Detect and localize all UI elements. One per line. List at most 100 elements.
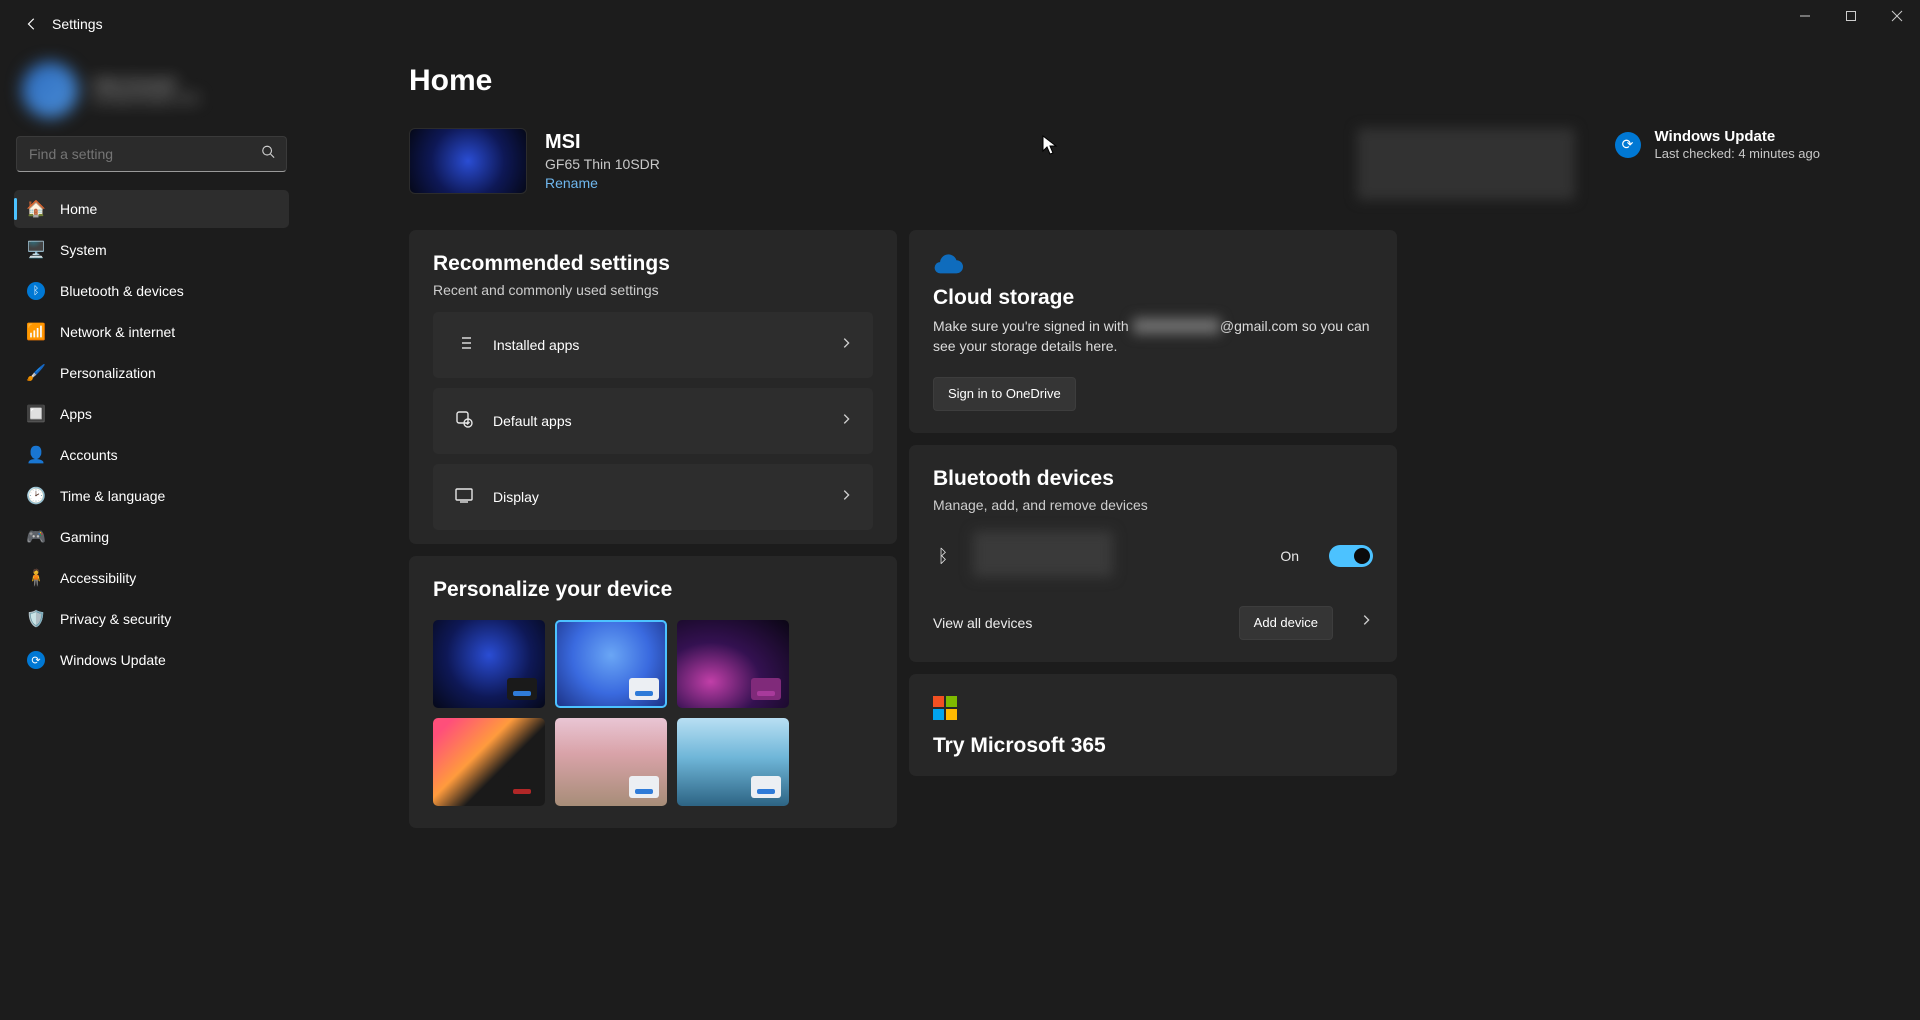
rename-link[interactable]: Rename (545, 175, 660, 191)
sync-icon: ⟳ (26, 650, 46, 670)
display-icon (453, 485, 475, 510)
theme-option[interactable] (555, 620, 667, 708)
nav: 🏠 Home 🖥️ System ᛒ Bluetooth & devices 📶… (14, 190, 289, 679)
recommended-subtitle: Recent and commonly used settings (433, 282, 873, 298)
paintbrush-icon: 🖌️ (26, 363, 46, 383)
page-title: Home (409, 64, 1820, 98)
theme-option[interactable] (677, 718, 789, 806)
row-label: Default apps (493, 413, 821, 429)
chevron-right-icon[interactable] (1359, 613, 1373, 632)
view-all-devices-link[interactable]: View all devices (933, 615, 1219, 631)
recommended-title: Recommended settings (433, 252, 873, 276)
person-icon: 👤 (26, 445, 46, 465)
recommended-item-installed-apps[interactable]: Installed apps (433, 312, 873, 378)
sidebar-item-label: Personalization (60, 365, 156, 381)
chevron-right-icon (839, 336, 853, 355)
sidebar-item-label: Apps (60, 406, 92, 422)
sidebar-item-privacy[interactable]: 🛡️ Privacy & security (14, 600, 289, 638)
shield-icon: 🛡️ (26, 609, 46, 629)
sidebar-item-update[interactable]: ⟳ Windows Update (14, 641, 289, 679)
sidebar-item-bluetooth[interactable]: ᛒ Bluetooth & devices (14, 272, 289, 310)
wifi-icon: 📶 (26, 322, 46, 342)
back-button[interactable] (12, 4, 52, 44)
recommended-item-display[interactable]: Display (433, 464, 873, 530)
theme-grid (433, 620, 873, 806)
user-card[interactable]: User Account user@example.com (14, 56, 289, 132)
avatar (22, 62, 78, 118)
accessibility-icon: 🧍 (26, 568, 46, 588)
personalize-title: Personalize your device (433, 578, 873, 602)
recommended-card: Recommended settings Recent and commonly… (409, 230, 897, 544)
sidebar-item-time[interactable]: 🕑 Time & language (14, 477, 289, 515)
sidebar-item-accounts[interactable]: 👤 Accounts (14, 436, 289, 474)
sidebar-item-label: Gaming (60, 529, 109, 545)
theme-option[interactable] (433, 620, 545, 708)
sign-in-onedrive-button[interactable]: Sign in to OneDrive (933, 377, 1076, 411)
sidebar-item-accessibility[interactable]: 🧍 Accessibility (14, 559, 289, 597)
bluetooth-subtitle: Manage, add, and remove devices (933, 497, 1373, 513)
theme-option[interactable] (433, 718, 545, 806)
bluetooth-state-label: On (1280, 548, 1299, 564)
bluetooth-title: Bluetooth devices (933, 467, 1373, 491)
system-icon: 🖥️ (26, 240, 46, 260)
row-label: Installed apps (493, 337, 821, 353)
search-input[interactable] (16, 136, 287, 172)
sidebar-item-gaming[interactable]: 🎮 Gaming (14, 518, 289, 556)
device-block: MSI GF65 Thin 10SDR Rename (409, 128, 660, 194)
theme-option[interactable] (677, 620, 789, 708)
status-block-blurred (1357, 128, 1575, 200)
update-title: Windows Update (1655, 128, 1821, 145)
bluetooth-card: Bluetooth devices Manage, add, and remov… (909, 445, 1397, 662)
recommended-item-default-apps[interactable]: Default apps (433, 388, 873, 454)
theme-option[interactable] (555, 718, 667, 806)
gamepad-icon: 🎮 (26, 527, 46, 547)
sidebar-item-label: Privacy & security (60, 611, 171, 627)
top-row: MSI GF65 Thin 10SDR Rename ⟳ Windows Upd… (409, 128, 1820, 200)
default-apps-icon (453, 409, 475, 434)
m365-title: Try Microsoft 365 (933, 734, 1373, 758)
sidebar-item-label: Accessibility (60, 570, 136, 586)
m365-card: Try Microsoft 365 (909, 674, 1397, 776)
bluetooth-icon: ᛒ (933, 546, 953, 567)
sidebar-item-personalization[interactable]: 🖌️ Personalization (14, 354, 289, 392)
bluetooth-device-name (973, 531, 1260, 582)
sidebar-item-label: Network & internet (60, 324, 175, 340)
maximize-button[interactable] (1828, 0, 1874, 32)
sidebar-item-label: Time & language (60, 488, 165, 504)
cloud-description: Make sure you're signed in with ████████… (933, 316, 1373, 357)
sidebar-item-system[interactable]: 🖥️ System (14, 231, 289, 269)
user-name: User Account (92, 75, 199, 91)
cloud-icon (933, 252, 963, 272)
chevron-right-icon (839, 488, 853, 507)
content: Home MSI GF65 Thin 10SDR Rename ⟳ Window… (305, 48, 1920, 1020)
minimize-button[interactable] (1782, 0, 1828, 32)
row-label: Display (493, 489, 821, 505)
windows-update-block[interactable]: ⟳ Windows Update Last checked: 4 minutes… (1615, 128, 1821, 161)
sidebar-item-home[interactable]: 🏠 Home (14, 190, 289, 228)
clock-icon: 🕑 (26, 486, 46, 506)
add-device-button[interactable]: Add device (1239, 606, 1333, 640)
home-icon: 🏠 (26, 199, 46, 219)
close-button[interactable] (1874, 0, 1920, 32)
personalize-card: Personalize your device (409, 556, 897, 828)
apps-icon: 🔲 (26, 404, 46, 424)
sidebar: User Account user@example.com 🏠 Home 🖥️ … (0, 48, 305, 1020)
microsoft-logo-icon (933, 696, 957, 720)
cloud-title: Cloud storage (933, 286, 1373, 310)
bluetooth-toggle[interactable] (1329, 545, 1373, 567)
bluetooth-icon: ᛒ (26, 281, 46, 301)
title-bar: Settings (0, 0, 1920, 48)
cloud-storage-card: Cloud storage Make sure you're signed in… (909, 230, 1397, 433)
sync-icon: ⟳ (1615, 132, 1641, 158)
window-controls (1782, 0, 1920, 32)
device-name: MSI (545, 131, 660, 154)
search-icon[interactable] (261, 145, 275, 164)
search-box (16, 136, 287, 172)
sidebar-item-network[interactable]: 📶 Network & internet (14, 313, 289, 351)
sidebar-item-apps[interactable]: 🔲 Apps (14, 395, 289, 433)
user-email: user@example.com (92, 91, 199, 105)
device-model: GF65 Thin 10SDR (545, 156, 660, 172)
app-title: Settings (52, 16, 103, 32)
sidebar-item-label: System (60, 242, 107, 258)
chevron-right-icon (839, 412, 853, 431)
